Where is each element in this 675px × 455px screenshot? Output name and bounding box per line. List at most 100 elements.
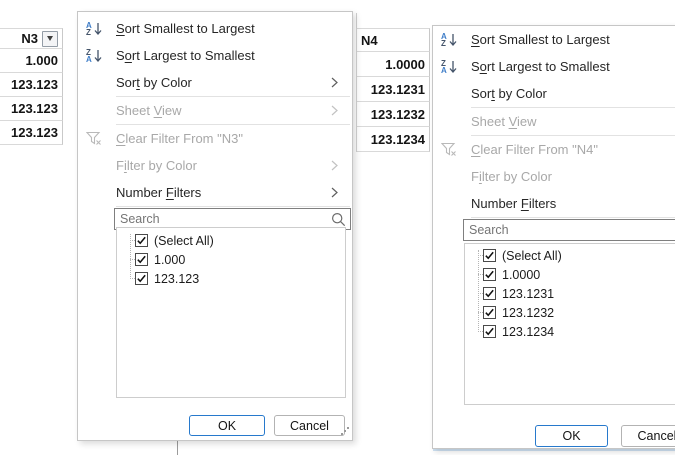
filter-value-select-all[interactable]: (Select All) (465, 246, 675, 265)
filter-value-label: 123.1231 (502, 287, 554, 301)
menu-item-sheet-view: Sheet View (78, 97, 352, 124)
filter-value-1-000[interactable]: 1.000 (117, 250, 345, 269)
menu-item-label: Sort Smallest to Largest (116, 21, 331, 36)
checkbox-checked-icon[interactable] (483, 325, 496, 338)
ok-button[interactable]: OK (535, 425, 608, 447)
filter-dropdown-button[interactable] (42, 31, 58, 47)
menu-item-sort-largest-to-smallest[interactable]: ZA Sort Largest to Smallest (78, 42, 352, 69)
column-header-n4[interactable]: N4 (357, 28, 430, 52)
filter-value-123-123[interactable]: 123.123 (117, 269, 345, 288)
menu-item-label: Number Filters (116, 185, 331, 200)
menu-item-sort-by-color[interactable]: Sort by Color (78, 69, 352, 96)
menu-item-sort-smallest-to-largest[interactable]: AZ Sort Smallest to Largest (78, 15, 352, 42)
filter-value-label: 1.0000 (502, 268, 540, 282)
gridline-segment (356, 13, 357, 28)
filter-value-1-0000[interactable]: 1.0000 (465, 265, 675, 284)
filter-value-label: 1.000 (154, 253, 185, 267)
menu-item-number-filters[interactable]: Number Filters (433, 190, 675, 217)
menu-item-number-filters[interactable]: Number Filters (78, 179, 352, 206)
dropdown-arrow-icon (47, 36, 53, 41)
menu-separator (116, 206, 350, 207)
sort-az-icon: AZ (86, 22, 116, 36)
menu-item-label: Clear Filter From "N4" (471, 142, 675, 157)
cell-value: 123.1232 (371, 107, 425, 122)
checkbox-checked-icon[interactable] (483, 249, 496, 262)
filter-value-list: (Select All) 1.0000 123.1231 123.1232 12… (464, 243, 675, 405)
menu-item-clear-filter-from-n4: Clear Filter From "N4" (433, 136, 675, 163)
ok-button[interactable]: OK (189, 415, 265, 436)
submenu-chevron-icon (331, 187, 343, 198)
menu-item-sort-by-color[interactable]: Sort by Color (433, 80, 675, 107)
cell-value: 123.123 (11, 77, 58, 92)
menu-item-label: Filter by Color (471, 169, 675, 184)
menu-item-label: Sheet View (471, 114, 675, 129)
menu-item-label: Sort Smallest to Largest (471, 32, 675, 47)
cancel-button[interactable]: Cancel (274, 415, 345, 436)
excel-autofilter-screenshot: N3 1.000 123.123 123.123 123.123 N4 1.00… (0, 0, 675, 455)
submenu-chevron-icon (331, 77, 343, 88)
spreadsheet-cell[interactable]: 123.123 (0, 73, 63, 97)
checkbox-checked-icon[interactable] (483, 306, 496, 319)
filter-value-label: (Select All) (502, 249, 562, 263)
spreadsheet-cell[interactable]: 123.123 (0, 121, 63, 145)
submenu-chevron-icon (331, 105, 343, 116)
filter-value-select-all[interactable]: (Select All) (117, 231, 345, 250)
search-input[interactable] (464, 220, 675, 240)
checkbox-checked-icon[interactable] (135, 253, 148, 266)
spreadsheet-cell[interactable]: 1.000 (0, 49, 63, 73)
clear-filter-icon (86, 131, 116, 146)
menu-item-list: AZ Sort Smallest to Largest ZA Sort Larg… (433, 26, 675, 218)
sort-za-icon: ZA (86, 49, 116, 63)
menu-item-label: Sheet View (116, 103, 331, 118)
menu-item-list: AZ Sort Smallest to Largest ZA Sort Larg… (78, 12, 352, 207)
menu-item-label: Sort by Color (471, 86, 675, 101)
column-header-n3[interactable]: N3 (0, 28, 63, 49)
spreadsheet-column-n4: N4 1.0000 123.1231 123.1232 123.1234 (356, 28, 430, 152)
filter-value-label: 123.1232 (502, 306, 554, 320)
resize-grip[interactable] (340, 427, 349, 436)
cell-value: 1.0000 (385, 57, 425, 72)
spreadsheet-cell[interactable]: 123.1231 (357, 77, 430, 102)
menu-item-label: Sort Largest to Smallest (116, 48, 331, 63)
sort-za-icon: ZA (441, 60, 471, 74)
menu-item-label: Sort by Color (116, 75, 331, 90)
cell-value: 123.1234 (371, 132, 425, 147)
checkbox-checked-icon[interactable] (135, 234, 148, 247)
menu-item-sheet-view: Sheet View (433, 108, 675, 135)
menu-separator (471, 217, 675, 218)
filter-value-123-1232[interactable]: 123.1232 (465, 303, 675, 322)
menu-item-label: Sort Largest to Smallest (471, 59, 675, 74)
menu-item-clear-filter-from-n3: Clear Filter From "N3" (78, 125, 352, 152)
sort-az-icon: AZ (441, 33, 471, 47)
menu-item-label: Number Filters (471, 196, 675, 211)
spreadsheet-cell[interactable]: 123.1232 (357, 102, 430, 127)
tree-connector-line (478, 250, 479, 332)
filter-value-123-1234[interactable]: 123.1234 (465, 322, 675, 341)
spreadsheet-cell[interactable]: 1.0000 (357, 52, 430, 77)
filter-value-label: (Select All) (154, 234, 214, 248)
column-header-label: N3 (21, 31, 38, 46)
cancel-button[interactable]: Cancel (621, 425, 675, 447)
search-icon[interactable] (331, 212, 346, 227)
cell-value: 123.123 (11, 125, 58, 140)
tree-connector-line (130, 234, 131, 279)
cell-value: 1.000 (25, 53, 58, 68)
filter-value-label: 123.1234 (502, 325, 554, 339)
spreadsheet-cell[interactable]: 123.1234 (357, 127, 430, 152)
column-header-label: N4 (361, 33, 378, 48)
menu-item-sort-smallest-to-largest[interactable]: AZ Sort Smallest to Largest (433, 26, 675, 53)
gridline-segment (177, 441, 178, 455)
checkbox-checked-icon[interactable] (483, 268, 496, 281)
filter-value-123-1231[interactable]: 123.1231 (465, 284, 675, 303)
search-input[interactable] (115, 209, 331, 229)
autofilter-menu-n3: AZ Sort Smallest to Largest ZA Sort Larg… (77, 11, 353, 441)
clear-filter-icon (441, 142, 471, 157)
checkbox-checked-icon[interactable] (483, 287, 496, 300)
checkbox-checked-icon[interactable] (135, 272, 148, 285)
spreadsheet-cell[interactable]: 123.123 (0, 97, 63, 121)
menu-item-sort-largest-to-smallest[interactable]: ZA Sort Largest to Smallest (433, 53, 675, 80)
cell-value: 123.123 (11, 101, 58, 116)
filter-value-label: 123.123 (154, 272, 199, 286)
search-box[interactable] (463, 219, 675, 241)
autofilter-menu-n4: AZ Sort Smallest to Largest ZA Sort Larg… (432, 25, 675, 449)
